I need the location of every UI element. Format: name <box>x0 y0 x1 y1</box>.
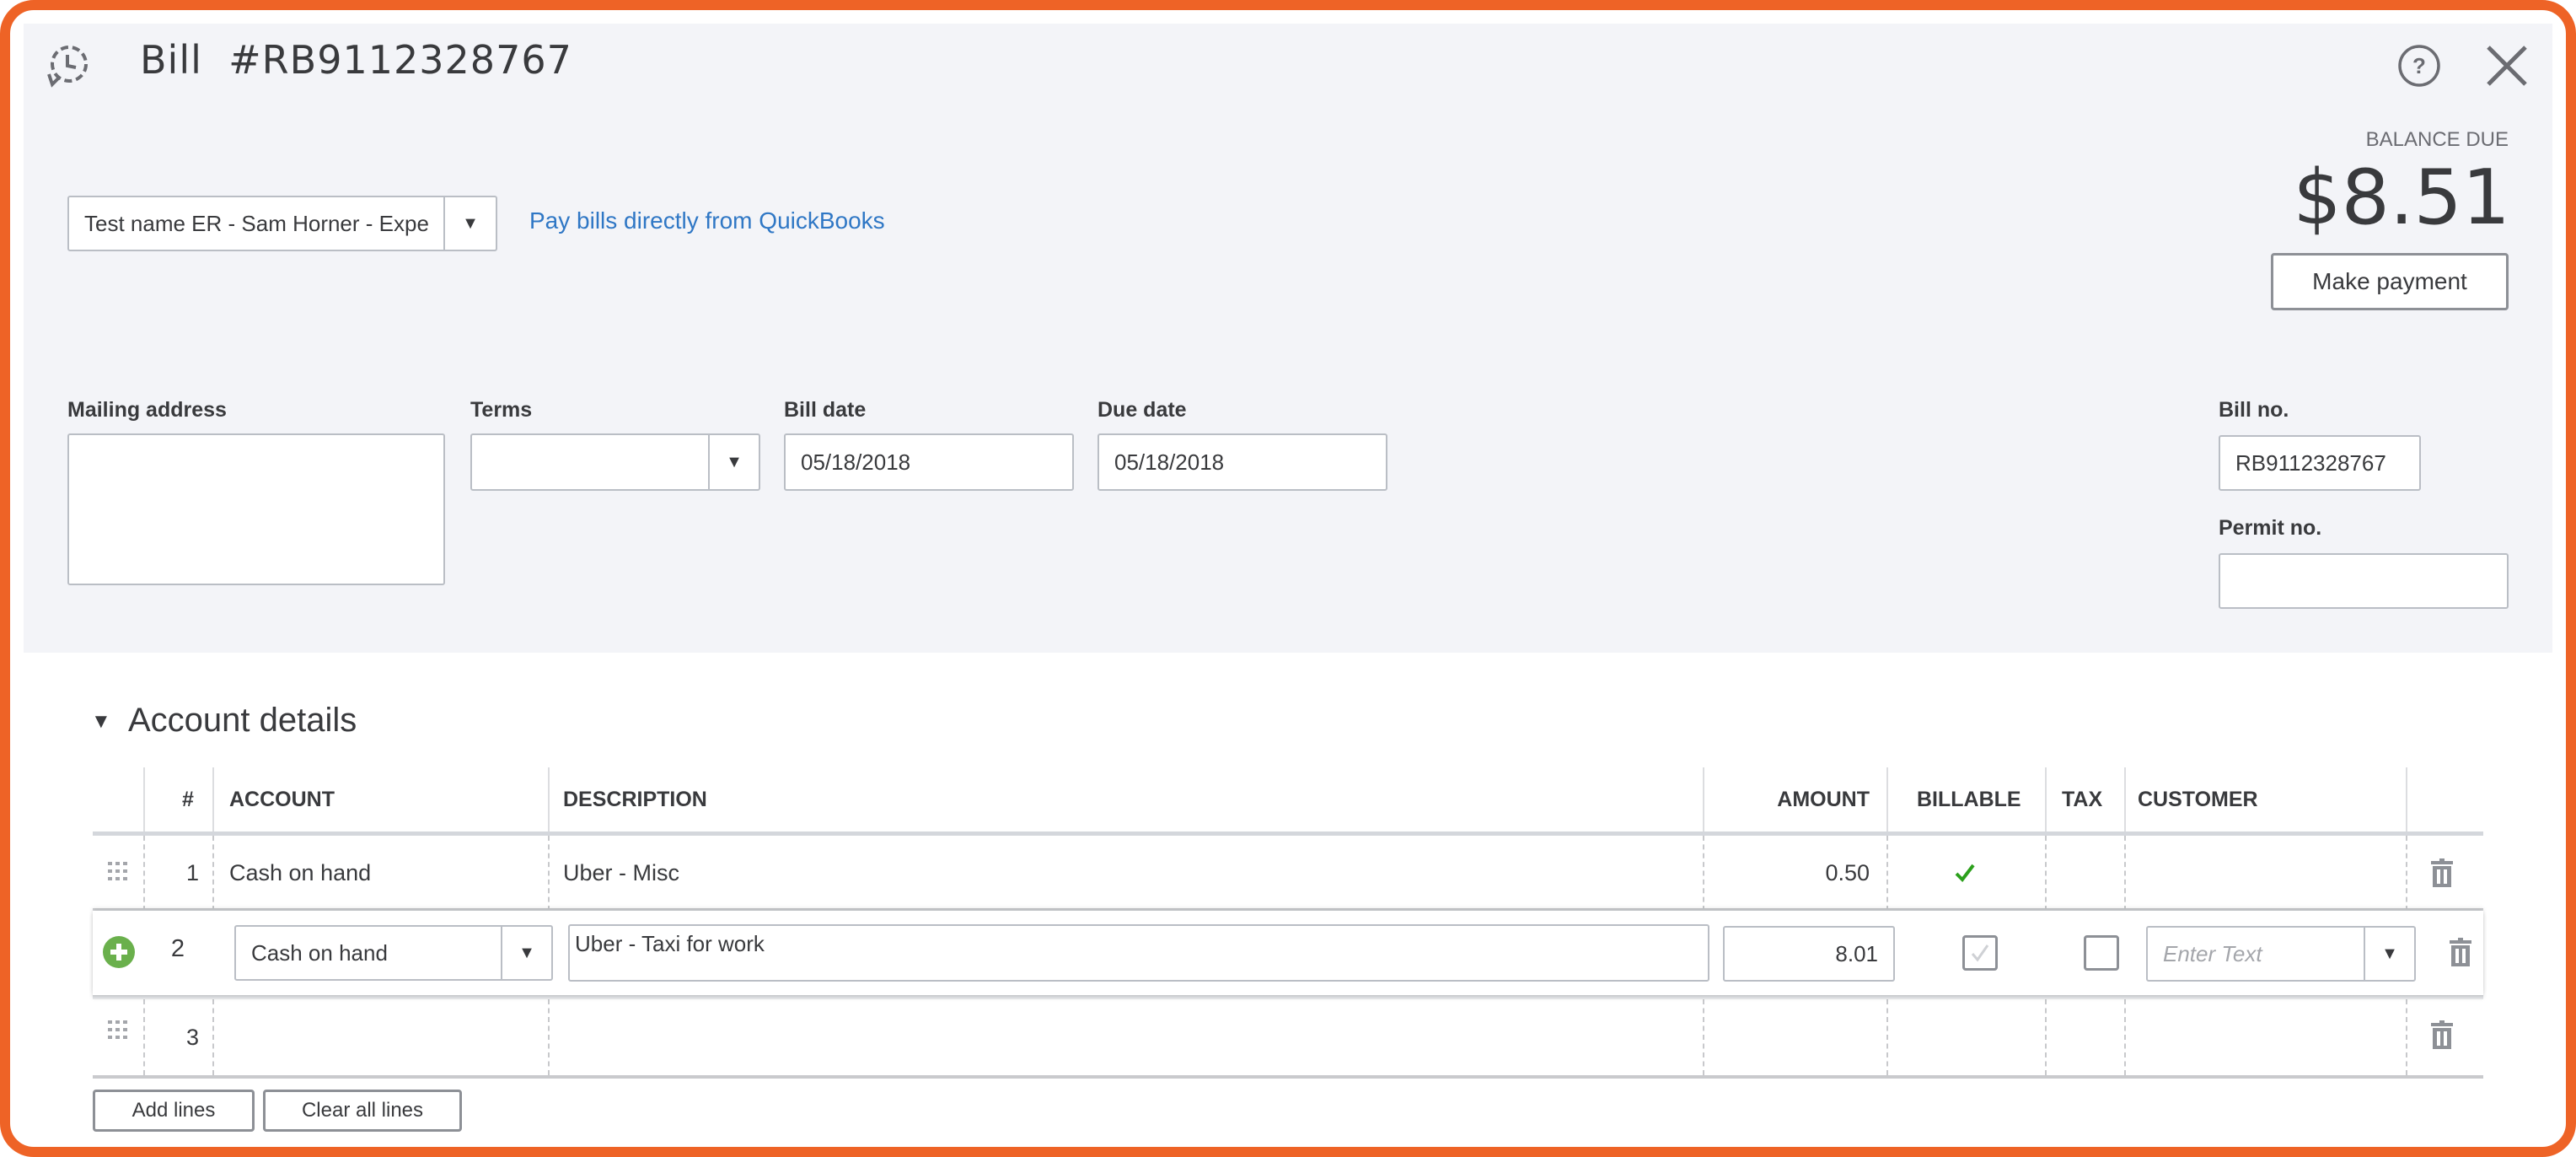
col-divider <box>1703 767 1704 833</box>
table-bottom-border <box>93 1075 2483 1079</box>
delete-row-trash-icon[interactable] <box>2431 1020 2453 1049</box>
terms-dropdown-caret-icon[interactable]: ▼ <box>708 435 759 489</box>
cell-divider <box>2406 836 2407 911</box>
col-divider <box>212 767 214 833</box>
help-circle-icon[interactable]: ? <box>2397 44 2441 88</box>
cell-divider <box>212 836 214 911</box>
history-clock-icon[interactable] <box>44 42 91 89</box>
vendor-dropdown-caret-icon[interactable]: ▼ <box>443 197 496 250</box>
col-header-number: # <box>182 787 194 811</box>
page-title: Bill #RB9112328767 <box>140 37 572 83</box>
cell-divider <box>548 836 550 911</box>
cell-divider <box>212 999 214 1075</box>
row-number: 1 <box>185 860 199 885</box>
bill-date-label: Bill date <box>784 398 867 422</box>
col-header-billable: BILLABLE <box>1917 787 2021 811</box>
col-divider <box>2045 767 2047 833</box>
row-divider <box>93 995 2483 999</box>
col-divider <box>548 767 550 833</box>
col-header-description: DESCRIPTION <box>563 787 707 811</box>
cell-divider <box>2406 999 2407 1075</box>
terms-select[interactable]: ▼ <box>470 433 760 491</box>
col-divider <box>1886 767 1888 833</box>
account-cell[interactable]: Cash on hand <box>229 836 371 911</box>
vendor-select[interactable]: Test name ER - Sam Horner - Expe ▼ <box>67 196 497 251</box>
cell-divider <box>2045 999 2047 1075</box>
col-header-amount: AMOUNT <box>1777 787 1870 811</box>
account-details-title: Account details <box>128 702 357 739</box>
amount-cell[interactable]: 0.50 <box>1825 836 1870 911</box>
description-input[interactable]: Uber - Taxi for work <box>568 924 1709 982</box>
pay-bills-link[interactable]: Pay bills directly from QuickBooks <box>529 207 885 234</box>
balance-due-label: BALANCE DUE <box>2365 128 2509 151</box>
bill-no-label: Bill no. <box>2219 398 2289 422</box>
close-x-icon[interactable] <box>2485 44 2529 88</box>
account-select[interactable]: Cash on hand ▼ <box>234 925 553 981</box>
cell-divider <box>548 999 550 1075</box>
permit-no-input[interactable] <box>2219 553 2509 609</box>
customer-select[interactable]: Enter Text ▼ <box>2146 926 2416 982</box>
account-details-toggle[interactable]: Account details <box>91 702 357 740</box>
customer-dropdown-caret-icon[interactable]: ▼ <box>2364 928 2414 980</box>
cell-divider <box>2124 836 2126 911</box>
col-header-customer: CUSTOMER <box>2138 787 2258 811</box>
drag-handle-icon[interactable] <box>108 1020 128 1039</box>
delete-row-trash-icon[interactable] <box>2431 858 2453 887</box>
account-dropdown-caret-icon[interactable]: ▼ <box>501 927 551 979</box>
tax-checkbox[interactable] <box>2084 935 2119 971</box>
due-date-label: Due date <box>1097 398 1187 422</box>
permit-no-label: Permit no. <box>2219 516 2322 540</box>
account-select-value: Cash on hand <box>251 939 388 966</box>
row-number: 2 <box>170 934 185 962</box>
bill-no-input[interactable]: RB9112328767 <box>2219 435 2421 491</box>
col-header-tax: TAX <box>2062 787 2103 811</box>
balance-due-amount: $8.51 <box>2293 153 2510 242</box>
add-lines-button[interactable]: Add lines <box>93 1090 255 1132</box>
account-details-table: # ACCOUNT DESCRIPTION AMOUNT BILLABLE TA… <box>93 767 2483 1079</box>
description-cell[interactable]: Uber - Misc <box>563 836 679 911</box>
col-divider <box>143 767 145 833</box>
make-payment-button[interactable]: Make payment <box>2271 253 2509 310</box>
amount-input[interactable]: 8.01 <box>1723 926 1895 982</box>
due-date-input[interactable]: 05/18/2018 <box>1097 433 1387 491</box>
delete-row-trash-icon[interactable] <box>2450 938 2471 966</box>
cell-divider <box>1886 836 1888 911</box>
drag-handle-icon[interactable] <box>108 862 128 880</box>
cell-divider <box>1703 999 1704 1075</box>
terms-label: Terms <box>470 398 533 422</box>
billable-checkbox[interactable] <box>1962 935 1998 971</box>
col-divider <box>2124 767 2126 833</box>
cell-divider <box>2124 999 2126 1075</box>
billable-check-icon <box>1971 944 1989 962</box>
col-header-account: ACCOUNT <box>229 787 335 811</box>
svg-text:?: ? <box>2412 53 2426 78</box>
cell-divider <box>1886 999 1888 1075</box>
mailing-address-textarea[interactable] <box>67 433 445 585</box>
bill-date-input[interactable]: 05/18/2018 <box>784 433 1074 491</box>
vendor-value: Test name ER - Sam Horner - Expe <box>84 210 429 236</box>
cell-divider <box>2045 836 2047 911</box>
billable-check-icon[interactable] <box>1954 862 1976 884</box>
col-divider <box>2406 767 2407 833</box>
cell-divider <box>1703 836 1704 911</box>
row-number: 3 <box>185 1024 199 1050</box>
add-row-plus-icon[interactable] <box>103 936 135 968</box>
clear-all-lines-button[interactable]: Clear all lines <box>263 1090 462 1132</box>
mailing-address-label: Mailing address <box>67 398 227 422</box>
customer-placeholder: Enter Text <box>2163 940 2262 966</box>
